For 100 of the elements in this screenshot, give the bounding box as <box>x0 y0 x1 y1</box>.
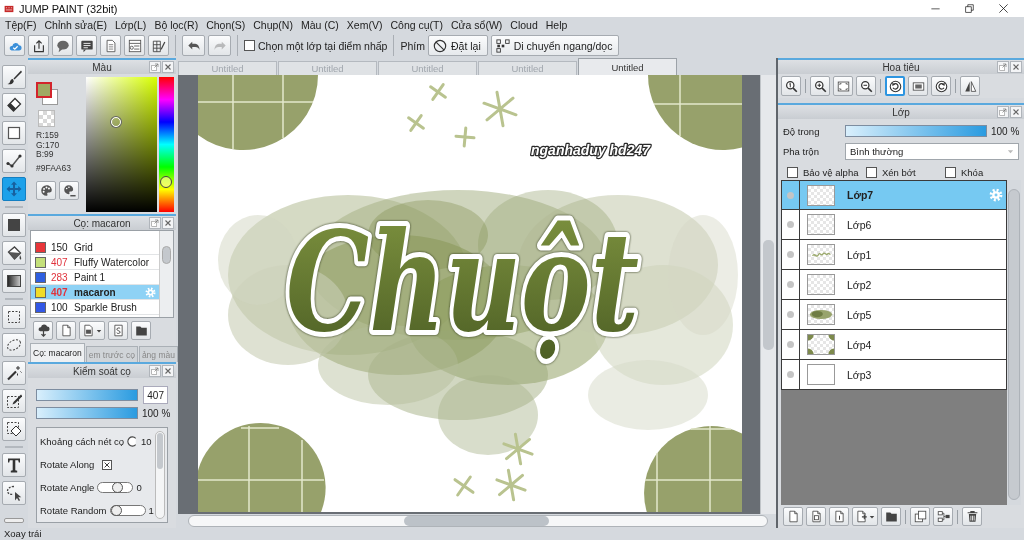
tool-button[interactable] <box>2 241 26 265</box>
opacity-slider[interactable] <box>36 407 138 419</box>
close-button[interactable] <box>1010 106 1022 118</box>
close-button[interactable] <box>162 61 174 73</box>
checkbox[interactable] <box>244 40 255 51</box>
blend-mode-dropdown[interactable]: Bình thường <box>845 142 1019 160</box>
opacity-slider[interactable] <box>845 125 987 137</box>
tool-button[interactable] <box>2 149 26 173</box>
tool-button[interactable] <box>2 213 26 237</box>
brush-action-button[interactable] <box>79 321 105 340</box>
menu-item[interactable]: Bộ lọc(R) <box>152 19 201 31</box>
brush-row[interactable]: 100 Sparkle Brush <box>31 300 159 315</box>
layer-row[interactable]: Lớp3 <box>781 360 1007 390</box>
toolbar-button[interactable] <box>28 35 49 56</box>
checkbox[interactable] <box>945 166 956 178</box>
layer-row[interactable]: Lớp6 <box>781 210 1007 240</box>
checkbox-label[interactable]: Bảo vệ alpha <box>803 166 859 178</box>
layer-action-button[interactable] <box>962 507 982 526</box>
scrollbar-thumb[interactable] <box>157 433 163 469</box>
navigator-button[interactable] <box>960 76 980 96</box>
close-button[interactable] <box>162 365 174 377</box>
menu-item[interactable]: Cửa sổ(W) <box>448 19 505 31</box>
tool-button[interactable] <box>2 453 26 477</box>
hue-slider[interactable] <box>159 77 174 212</box>
move-button[interactable]: Di chuyển ngang/dọc <box>490 35 620 56</box>
scrollbar[interactable] <box>188 515 768 527</box>
layer-action-button[interactable] <box>829 507 849 526</box>
checkbox-label[interactable]: Xén bớt <box>882 166 916 178</box>
visibility-dot-icon[interactable] <box>787 371 794 378</box>
scrollbar[interactable] <box>159 231 173 317</box>
color-field[interactable] <box>86 77 157 212</box>
layer-row[interactable]: Lớp1 <box>781 240 1007 270</box>
layer-action-button[interactable] <box>933 507 953 526</box>
slider-thumb[interactable] <box>110 505 122 516</box>
menu-item[interactable]: Màu (C) <box>298 19 341 31</box>
checkbox-label[interactable]: Chọn một lớp tại điểm nhấp <box>258 39 388 52</box>
checkbox[interactable] <box>102 459 113 470</box>
menu-item[interactable]: Chỉnh sửa(E) <box>42 19 109 31</box>
visibility-dot-icon[interactable] <box>787 251 794 258</box>
menu-item[interactable]: Công cụ(T) <box>388 19 445 31</box>
toolbar-button[interactable] <box>52 35 73 56</box>
transparent-swatch-icon[interactable] <box>38 110 55 127</box>
layer-row[interactable]: Lớp5 <box>781 300 1007 330</box>
slider-track[interactable] <box>109 505 146 516</box>
scrollbar-thumb[interactable] <box>404 516 549 526</box>
tool-button[interactable] <box>2 269 26 293</box>
menu-item[interactable]: Chọn(S) <box>204 19 248 31</box>
navigator-button[interactable] <box>908 76 928 96</box>
navigator-button[interactable] <box>781 76 801 96</box>
tool-button[interactable] <box>2 481 26 505</box>
size-slider[interactable] <box>36 389 138 401</box>
panel-tab[interactable]: Cọ: macaron <box>30 343 85 362</box>
navigator-button[interactable] <box>885 76 905 96</box>
close-button[interactable] <box>162 217 174 229</box>
scrollbar-thumb[interactable] <box>1008 189 1020 500</box>
document-tab[interactable]: Untitled <box>578 58 677 75</box>
tool-button[interactable] <box>2 417 26 441</box>
visibility-dot-icon[interactable] <box>787 281 794 288</box>
slider-thumb[interactable] <box>112 482 124 493</box>
checkbox[interactable] <box>866 166 877 178</box>
menu-item[interactable]: Cloud <box>508 19 540 31</box>
tool-button[interactable] <box>2 93 26 117</box>
tool-button[interactable] <box>2 305 26 329</box>
toolbar-button[interactable] <box>76 35 97 56</box>
tool-button[interactable] <box>2 121 26 145</box>
menu-item[interactable]: Lớp(L) <box>112 19 149 31</box>
tool-button[interactable] <box>2 361 26 385</box>
layer-action-button[interactable] <box>806 507 826 526</box>
brush-row[interactable]: 407 macaron <box>31 285 159 300</box>
scrollbar-thumb[interactable] <box>162 246 171 264</box>
layer-row[interactable]: Lớp4 <box>781 330 1007 360</box>
hue-slider-thumb[interactable] <box>160 176 172 189</box>
navigator-button[interactable] <box>931 76 951 96</box>
reset-button[interactable]: Đặt lại <box>428 35 488 56</box>
menu-item[interactable]: Chụp(N) <box>251 19 295 31</box>
brush-row[interactable]: 407 Fluffy Watercolor <box>31 255 159 270</box>
scrollbar[interactable] <box>760 75 776 514</box>
menu-item[interactable]: Xem(V) <box>344 19 385 31</box>
menu-item[interactable]: Tệp(F) <box>3 19 39 31</box>
tool-button[interactable] <box>2 389 26 413</box>
layer-action-button[interactable] <box>910 507 930 526</box>
close-button[interactable] <box>1010 61 1022 73</box>
brush-action-button[interactable] <box>131 321 151 340</box>
menu-item[interactable]: Help <box>543 19 570 31</box>
foreground-background-swatch-icon[interactable] <box>36 82 58 105</box>
toolbar-button[interactable] <box>148 35 169 56</box>
scrollbar-thumb[interactable] <box>763 240 774 350</box>
resize-handle[interactable] <box>4 518 24 523</box>
checkbox-label[interactable]: Khóa <box>961 166 984 178</box>
slider-track[interactable] <box>97 482 134 493</box>
navigator-button[interactable] <box>856 76 876 96</box>
visibility-dot-icon[interactable] <box>787 311 794 318</box>
visibility-dot-icon[interactable] <box>787 221 794 228</box>
scrollbar[interactable] <box>1007 180 1021 505</box>
dial-knob[interactable] <box>127 436 138 447</box>
visibility-dot-icon[interactable] <box>787 341 794 348</box>
layer-action-button[interactable] <box>852 507 878 526</box>
brush-action-button[interactable] <box>33 321 53 340</box>
layer-row[interactable]: Lớp7 <box>781 180 1007 210</box>
navigator-button[interactable] <box>810 76 830 96</box>
